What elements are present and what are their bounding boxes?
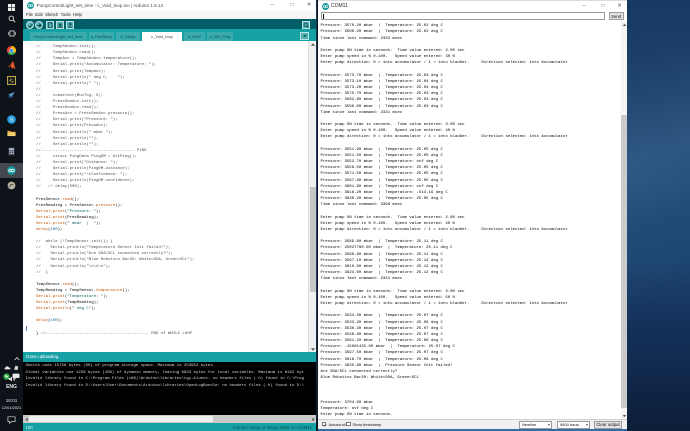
svg-text:S: S: [10, 117, 14, 123]
